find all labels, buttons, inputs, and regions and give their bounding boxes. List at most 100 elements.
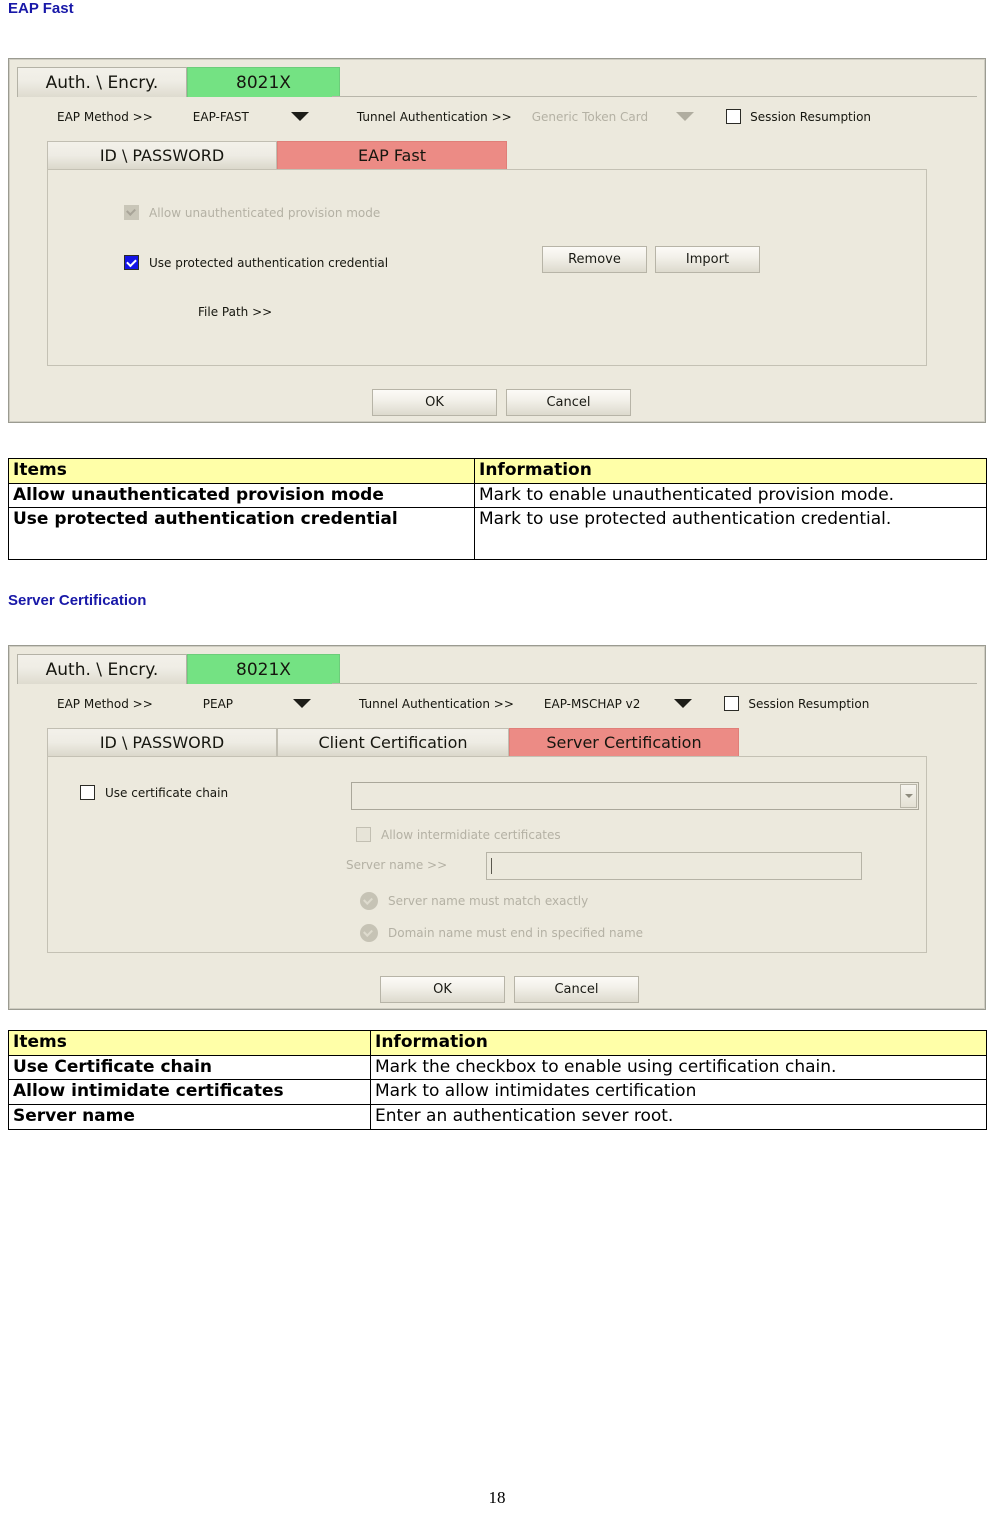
table2-header-items: Items bbox=[8, 1030, 371, 1056]
dialog2-tab-auth-encry-label: Auth. \ Encry. bbox=[45, 659, 159, 680]
server-name-exact-radio-label: Server name must match exactly bbox=[388, 894, 589, 908]
dialog1-file-path-label: File Path >> bbox=[198, 305, 273, 319]
dialog1-eap-method-label: EAP Method >> bbox=[57, 109, 153, 124]
dialog2-ok-button-label: OK bbox=[433, 982, 452, 997]
dialog2-tunnel-auth-label: Tunnel Authentication >> bbox=[359, 696, 514, 711]
dialog1-cancel-button[interactable]: Cancel bbox=[506, 389, 631, 416]
dialog1-session-resumption-checkbox[interactable] bbox=[726, 109, 742, 124]
dialog2-radio-row-0: Server name must match exactly bbox=[360, 892, 588, 910]
dialog2-content-panel: Use certificate chain Allow intermidiate… bbox=[47, 756, 927, 953]
table-header-row: Items Information bbox=[8, 458, 987, 484]
dialog2-allow-intermediate-label: Allow intermidiate certificates bbox=[381, 827, 561, 842]
dialog2-tab-8021x[interactable]: 8021X bbox=[187, 654, 340, 684]
dialog1-allow-unauth-row: Allow unauthenticated provision mode bbox=[124, 205, 380, 220]
dialog1-subtab-eap-fast-label: EAP Fast bbox=[358, 146, 426, 165]
dialog1-tab-auth-encry[interactable]: Auth. \ Encry. bbox=[17, 67, 187, 97]
dialog2-cancel-button-label: Cancel bbox=[554, 982, 599, 997]
table-header-row: Items Information bbox=[8, 1030, 987, 1056]
eap-fast-info-table: Items Information Allow unauthenticated … bbox=[8, 458, 987, 561]
table1-row0-item: Allow unauthenticated provision mode bbox=[8, 482, 475, 509]
dialog2-subtab-id-password[interactable]: ID \ PASSWORD bbox=[47, 728, 277, 756]
dialog1-tabbar-divider bbox=[332, 96, 977, 97]
table2-row1-item: Allow intimidate certificates bbox=[8, 1079, 371, 1106]
dialog2-subtab-server-certification-label: Server Certification bbox=[546, 733, 702, 752]
remove-button-label: Remove bbox=[568, 252, 621, 267]
dialog2-subtab-id-password-label: ID \ PASSWORD bbox=[99, 733, 225, 752]
dialog2-tab-auth-encry[interactable]: Auth. \ Encry. bbox=[17, 654, 187, 684]
chevron-down-icon bbox=[676, 112, 695, 121]
dialog2-tunnel-auth-value[interactable]: EAP-MSCHAP v2 bbox=[544, 697, 640, 711]
table2-row2-item: Server name bbox=[8, 1104, 371, 1130]
domain-name-suffix-radio-label: Domain name must end in specified name bbox=[388, 926, 644, 940]
dialog1-sub-tab-bar: ID \ PASSWORD EAP Fast bbox=[47, 141, 507, 169]
chevron-down-icon[interactable] bbox=[900, 784, 917, 808]
dialog2-ok-button[interactable]: OK bbox=[380, 976, 505, 1003]
import-button[interactable]: Import bbox=[655, 246, 760, 273]
chevron-down-icon[interactable] bbox=[290, 112, 309, 121]
dialog2-allow-intermediate-checkbox bbox=[356, 827, 371, 842]
table2-row0-item: Use Certificate chain bbox=[8, 1054, 371, 1081]
certificate-chain-combo[interactable] bbox=[351, 782, 919, 810]
dialog1-tab-8021x[interactable]: 8021X bbox=[187, 67, 340, 97]
dialog2-tabbar-divider bbox=[332, 683, 977, 684]
dialog2-cancel-button[interactable]: Cancel bbox=[514, 976, 639, 1003]
dialog1-cancel-button-label: Cancel bbox=[546, 395, 591, 410]
dialog2-use-cert-chain-row: Use certificate chain bbox=[80, 785, 228, 800]
dialog2-top-tab-bar: Auth. \ Encry. 8021X bbox=[17, 654, 340, 684]
dialog1-ok-button-label: OK bbox=[425, 395, 444, 410]
dialog1-use-pac-label: Use protected authentication credential bbox=[149, 255, 389, 270]
dialog2-session-resumption-label: Session Resumption bbox=[748, 696, 870, 711]
table-row: Server name Enter an authentication seve… bbox=[8, 1104, 987, 1130]
dialog2-subtab-server-certification[interactable]: Server Certification bbox=[509, 728, 739, 756]
table1-row1-item: Use protected authentication credential bbox=[8, 507, 475, 561]
table2-row0-info: Mark the checkbox to enable using certif… bbox=[370, 1054, 987, 1081]
table2-header-information: Information bbox=[370, 1030, 987, 1056]
dialog2-use-cert-chain-label: Use certificate chain bbox=[105, 785, 229, 800]
table-row: Use protected authentication credential … bbox=[8, 507, 987, 561]
dialog2-eap-method-row: EAP Method >> PEAP Tunnel Authentication… bbox=[57, 696, 869, 711]
dialog2-radio-row-1: Domain name must end in specified name bbox=[360, 924, 643, 942]
table-row: Allow unauthenticated provision mode Mar… bbox=[8, 482, 987, 509]
table-row: Use Certificate chain Mark the checkbox … bbox=[8, 1054, 987, 1081]
server-certification-dialog: Auth. \ Encry. 8021X EAP Method >> PEAP … bbox=[8, 645, 986, 1010]
table1-row0-info: Mark to enable unauthenticated provision… bbox=[474, 482, 987, 509]
chevron-down-icon[interactable] bbox=[674, 699, 693, 708]
dialog1-tunnel-auth-label: Tunnel Authentication >> bbox=[356, 109, 512, 124]
dialog2-tab-8021x-label: 8021X bbox=[236, 659, 291, 680]
dialog1-subtab-id-password-label: ID \ PASSWORD bbox=[99, 146, 225, 165]
remove-button[interactable]: Remove bbox=[542, 246, 647, 273]
dialog2-use-cert-chain-checkbox[interactable] bbox=[80, 785, 95, 800]
dialog1-file-path-row: File Path >> bbox=[198, 305, 272, 319]
section-heading-eap-fast: EAP Fast bbox=[8, 0, 74, 17]
dialog1-ok-button[interactable]: OK bbox=[372, 389, 497, 416]
dialog1-use-pac-checkbox[interactable] bbox=[124, 255, 139, 270]
eap-fast-dialog: Auth. \ Encry. 8021X EAP Method >> EAP-F… bbox=[8, 58, 986, 423]
dialog1-eap-method-value[interactable]: EAP-FAST bbox=[193, 110, 249, 124]
dialog2-subtab-client-certification-label: Client Certification bbox=[318, 733, 468, 752]
table1-header-information: Information bbox=[474, 458, 987, 484]
dialog1-eap-method-row: EAP Method >> EAP-FAST Tunnel Authentica… bbox=[57, 109, 871, 124]
dialog2-server-name-row: Server name >> bbox=[346, 858, 447, 872]
dialog1-tab-auth-encry-label: Auth. \ Encry. bbox=[45, 72, 159, 93]
dialog2-server-name-label: Server name >> bbox=[346, 858, 448, 872]
dialog2-sub-tab-bar: ID \ PASSWORD Client Certification Serve… bbox=[47, 728, 739, 756]
table1-header-items: Items bbox=[8, 458, 475, 484]
dialog2-eap-method-value[interactable]: PEAP bbox=[203, 697, 233, 711]
table1-row1-info: Mark to use protected authentication cre… bbox=[474, 507, 987, 561]
dialog1-subtab-id-password[interactable]: ID \ PASSWORD bbox=[47, 141, 277, 169]
dialog1-content-panel: Allow unauthenticated provision mode Use… bbox=[47, 169, 927, 366]
server-name-input[interactable] bbox=[486, 852, 862, 880]
dialog1-allow-unauth-label: Allow unauthenticated provision mode bbox=[149, 205, 381, 220]
dialog2-allow-intermediate-row: Allow intermidiate certificates bbox=[356, 827, 561, 842]
dialog2-eap-method-label: EAP Method >> bbox=[57, 696, 153, 711]
section-heading-server-certification: Server Certification bbox=[8, 592, 147, 609]
table2-row1-info: Mark to allow intimidates certification bbox=[370, 1079, 987, 1106]
dialog1-allow-unauth-checkbox bbox=[124, 205, 139, 220]
dialog1-subtab-eap-fast[interactable]: EAP Fast bbox=[277, 141, 507, 169]
dialog2-subtab-client-certification[interactable]: Client Certification bbox=[277, 728, 509, 756]
dialog1-top-tab-bar: Auth. \ Encry. 8021X bbox=[17, 67, 340, 97]
dialog2-session-resumption-checkbox[interactable] bbox=[724, 696, 740, 711]
chevron-down-icon[interactable] bbox=[293, 699, 312, 708]
table2-row2-info: Enter an authentication sever root. bbox=[370, 1104, 987, 1130]
server-name-exact-radio bbox=[360, 892, 378, 910]
